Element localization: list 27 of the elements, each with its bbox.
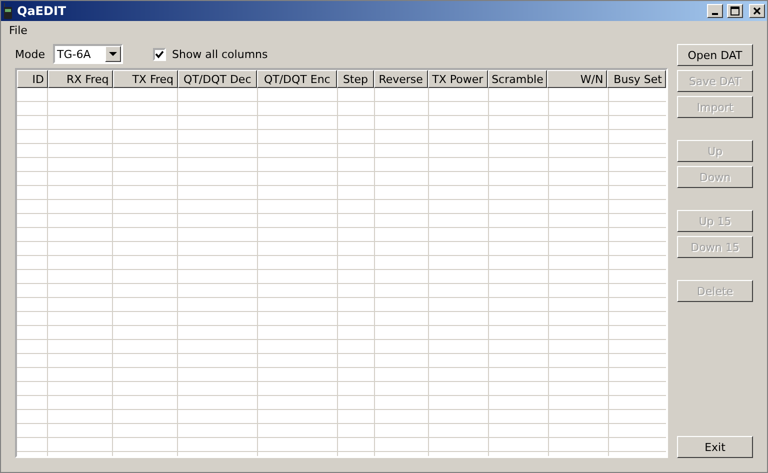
action-button[interactable]: Exit xyxy=(677,436,753,458)
column-header[interactable]: ID xyxy=(17,70,48,88)
column-header[interactable]: TX Freq xyxy=(112,70,178,88)
maximize-icon xyxy=(730,6,740,16)
column-header[interactable]: QT/DQT Dec xyxy=(178,70,258,88)
action-button[interactable]: Open DAT xyxy=(677,44,753,66)
mode-dropdown[interactable]: TG-6A xyxy=(52,44,123,64)
close-icon xyxy=(752,6,762,16)
menu-item[interactable]: File xyxy=(3,24,34,37)
minimize-button[interactable] xyxy=(707,4,723,18)
column-header[interactable]: Busy Set xyxy=(607,70,666,88)
column-header[interactable]: QT/DQT Enc xyxy=(257,70,338,88)
caret-icon xyxy=(108,52,117,56)
mode-label: Mode xyxy=(15,48,45,60)
minimize-icon xyxy=(712,13,718,15)
column-header[interactable]: Reverse xyxy=(374,70,428,88)
column-header[interactable]: Step xyxy=(337,70,374,88)
checkbox[interactable] xyxy=(152,48,166,60)
radio-icon xyxy=(3,3,13,19)
column-header[interactable]: RX Freq xyxy=(48,70,113,88)
checkbox-label: Show all columns xyxy=(172,48,268,60)
maximize-button[interactable] xyxy=(727,4,743,18)
column-header[interactable]: Scramble xyxy=(488,70,548,88)
column-header[interactable]: W/N xyxy=(547,70,608,88)
window-title: QaEDIT xyxy=(17,4,68,18)
column-header[interactable]: TX Power xyxy=(428,70,488,88)
close-button[interactable] xyxy=(749,4,765,18)
